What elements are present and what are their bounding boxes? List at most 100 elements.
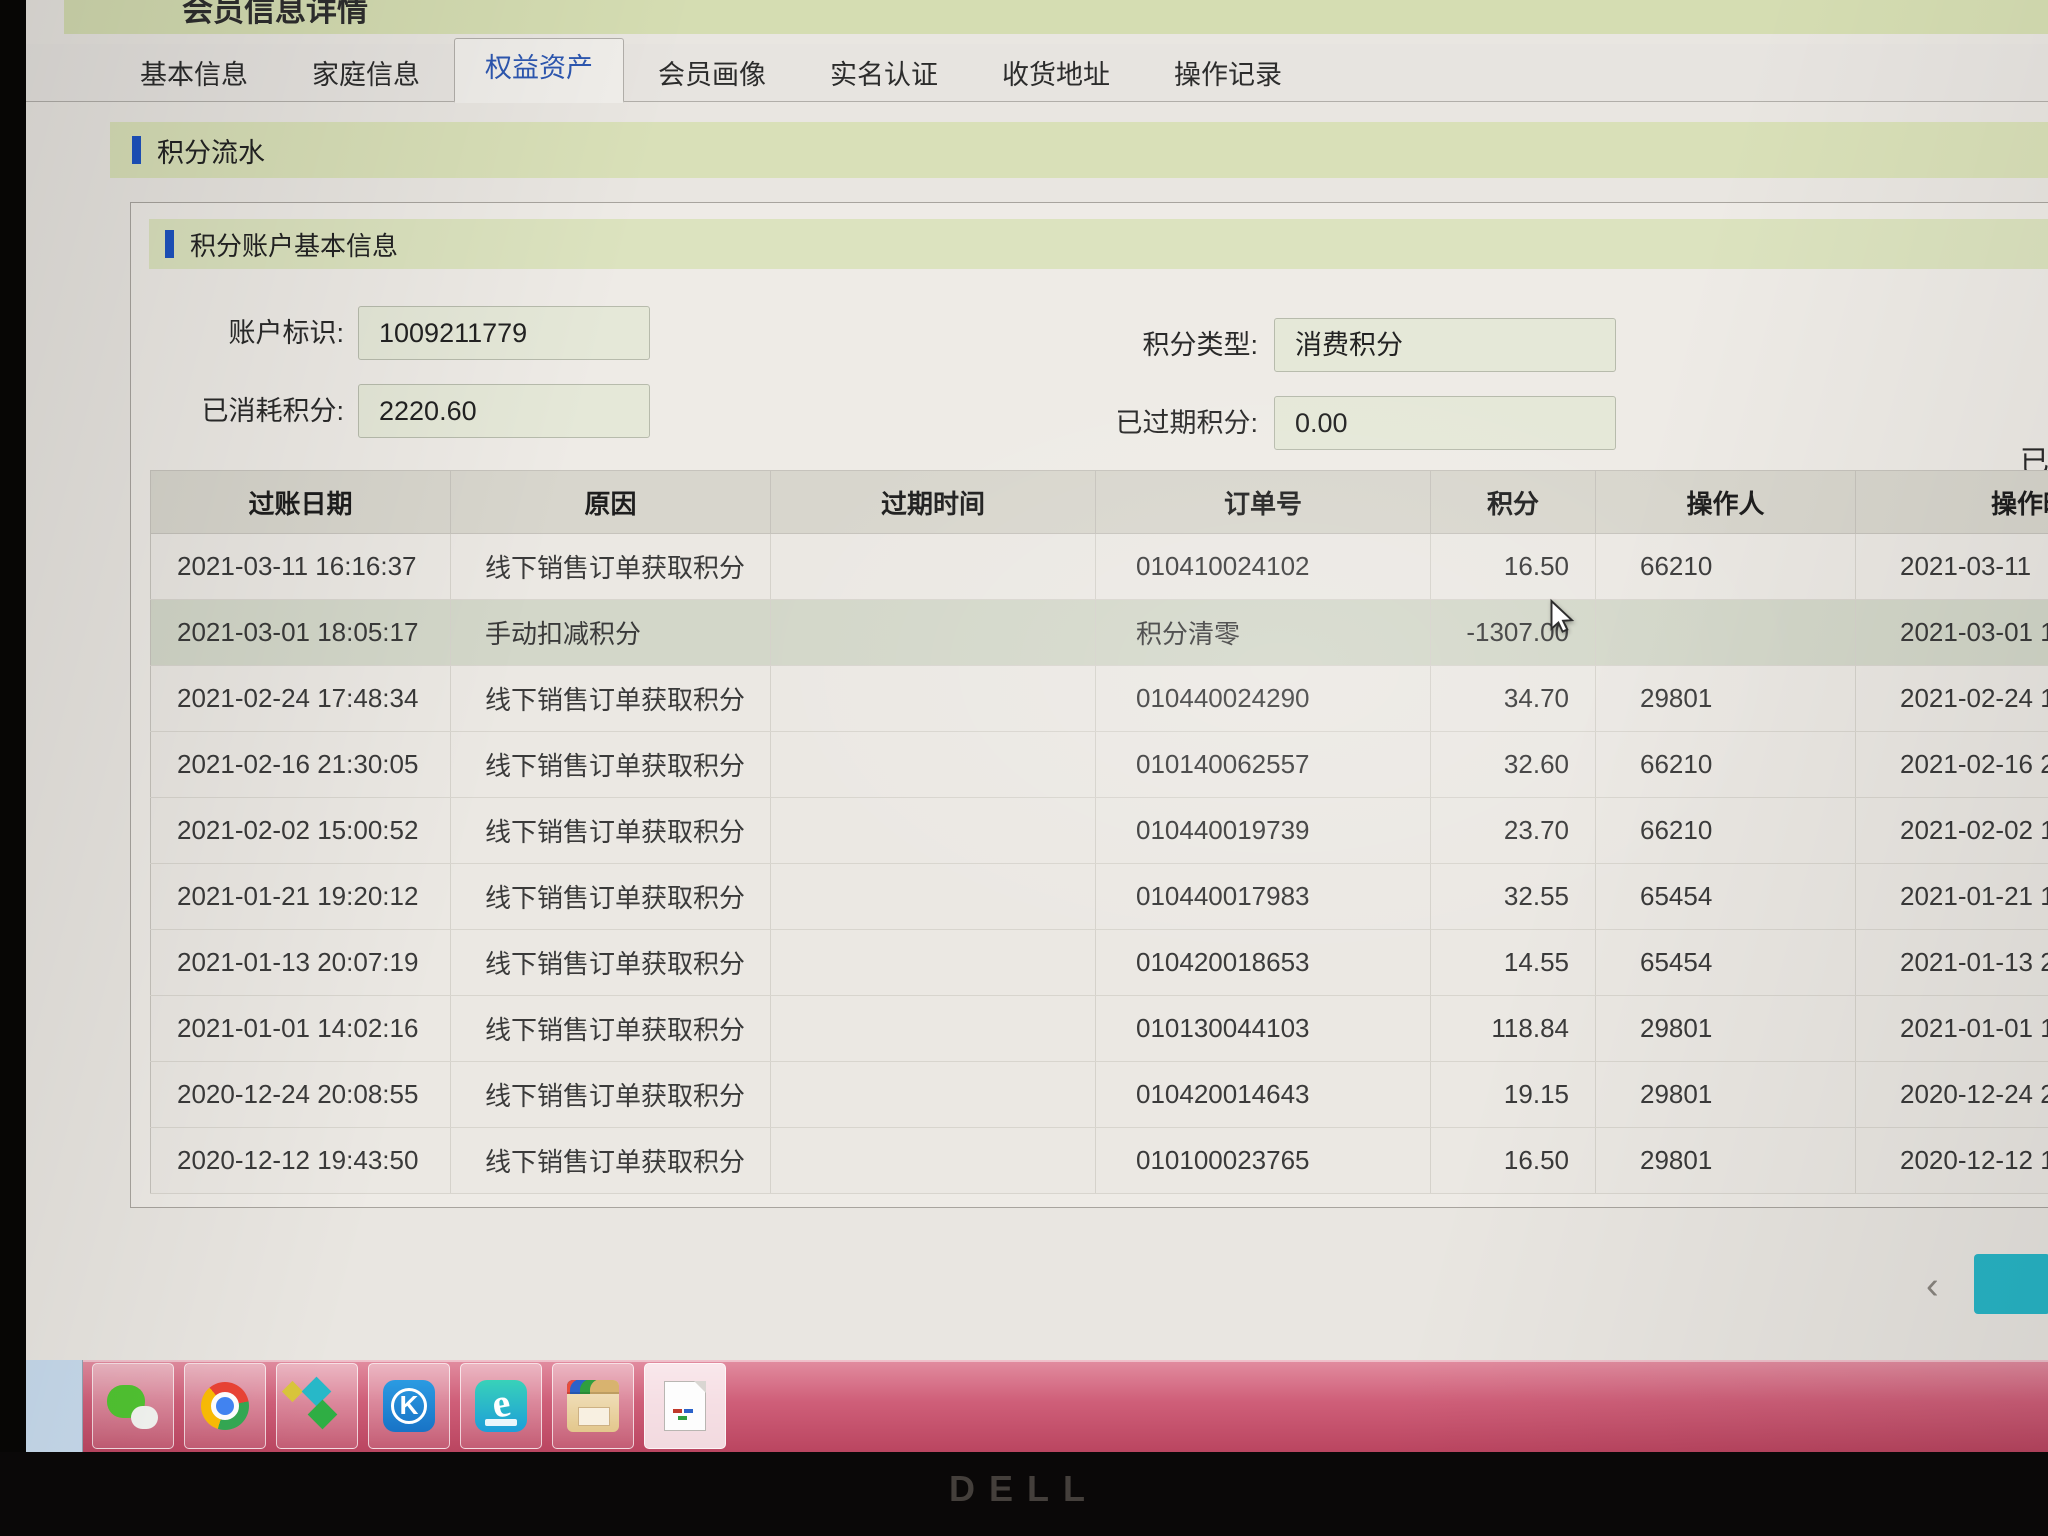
- pagination-prev-button[interactable]: ‹: [1926, 1256, 1939, 1316]
- background-window-edge: [26, 1360, 83, 1452]
- points-type-value: 消费积分: [1295, 330, 1403, 360]
- tab-5[interactable]: 收货地址: [972, 49, 1140, 101]
- cell-expire_time: [770, 599, 1096, 666]
- cell-op_time: 2021-02-24 1: [1855, 665, 2048, 732]
- cell-op_time: 2021-01-01 14: [1855, 995, 2048, 1062]
- cell-post_date: 2021-02-16 21:30:05: [150, 731, 451, 798]
- cell-operator: 65454: [1595, 863, 1856, 930]
- taskbar-item-wechat[interactable]: [92, 1363, 174, 1449]
- taskbar-item-document[interactable]: [644, 1363, 726, 1449]
- cell-op_time: 2021-01-21 19: [1855, 863, 2048, 930]
- consumed-points-value: 2220.60: [379, 396, 477, 426]
- column-header: 积分: [1430, 470, 1596, 534]
- cell-order_no: 010140062557: [1095, 731, 1431, 798]
- consumed-points-label: 已消耗积分:: [201, 396, 344, 426]
- cell-op_time: 2021-02-16 2: [1855, 731, 2048, 798]
- table-row[interactable]: 2020-12-24 20:08:55 线下销售订单获取积分 01042001464…: [150, 1061, 2048, 1128]
- cell-reason: 线下销售订单获取积分: [450, 1061, 771, 1128]
- cell-order_no: 010420014643: [1095, 1061, 1431, 1128]
- crm-page: 会员信息详情 基本信息 家庭信息 权益资产 会员画像 实名认证 收货地址 操作记录 积分流水…: [26, 0, 2048, 1360]
- cell-operator: 29801: [1595, 665, 1856, 732]
- table-row[interactable]: 2021-02-02 15:00:52 线下销售订单获取积分 01044001973…: [150, 797, 2048, 864]
- table-header-row: 过账日期原因过期时间订单号积分操作人操作时间: [150, 470, 2048, 534]
- blue-accent-bar: [132, 136, 141, 164]
- account-id-label: 账户标识:: [228, 318, 344, 348]
- cell-order_no: 010130044103: [1095, 995, 1431, 1062]
- panel-title: 积分账户基本信息: [190, 230, 399, 261]
- monitor-bezel-left: [0, 0, 26, 1536]
- tab-4[interactable]: 实名认证: [800, 49, 968, 101]
- table-row[interactable]: 2021-03-11 16:16:37 线下销售订单获取积分 01041002410…: [150, 533, 2048, 600]
- points-type-label: 积分类型:: [1142, 330, 1258, 360]
- cell-post_date: 2021-02-24 17:48:34: [150, 665, 451, 732]
- table-row[interactable]: 2020-12-12 19:43:50 线下销售订单获取积分 01010002376…: [150, 1127, 2048, 1194]
- cell-post_date: 2021-01-21 19:20:12: [150, 863, 451, 930]
- cell-points: 14.55: [1430, 929, 1596, 996]
- section-header-points-flow: 积分流水: [110, 122, 2048, 178]
- mouse-cursor-icon: [1550, 598, 1575, 633]
- cell-reason: 线下销售订单获取积分: [450, 731, 771, 798]
- account-id-value: 1009211779: [379, 318, 528, 348]
- cell-operator: 66210: [1595, 797, 1856, 864]
- expired-points-field[interactable]: 0.00: [1274, 396, 1616, 450]
- cell-operator: 66210: [1595, 731, 1856, 798]
- cell-reason: 线下销售订单获取积分: [450, 929, 771, 996]
- cell-operator: 66210: [1595, 533, 1856, 600]
- tab-0[interactable]: 基本信息: [110, 49, 278, 101]
- column-header: 原因: [450, 470, 771, 534]
- wechat-icon: [107, 1380, 159, 1432]
- tab-3[interactable]: 会员画像: [628, 49, 796, 101]
- taskbar-item-shapes[interactable]: [276, 1363, 358, 1449]
- tab-1[interactable]: 家庭信息: [282, 49, 450, 101]
- tab-2-active[interactable]: 权益资产: [454, 38, 624, 103]
- cell-points: 19.15: [1430, 1061, 1596, 1128]
- taskbar-item-k-app[interactable]: [368, 1363, 450, 1449]
- cell-operator: 29801: [1595, 995, 1856, 1062]
- table-row[interactable]: 2021-02-24 17:48:34 线下销售订单获取积分 01044002429…: [150, 665, 2048, 732]
- cell-expire_time: [770, 533, 1096, 600]
- page-title: 会员信息详情: [182, 0, 368, 28]
- cell-op_time: 2020-12-24 20:: [1855, 1061, 2048, 1128]
- cell-op_time: 2021-03-01 1: [1855, 599, 2048, 666]
- cell-reason: 线下销售订单获取积分: [450, 665, 771, 732]
- table-row[interactable]: 2021-02-16 21:30:05 线下销售订单获取积分 01014006255…: [150, 731, 2048, 798]
- table-row[interactable]: 2021-01-21 19:20:12 线下销售订单获取积分 01044001798…: [150, 863, 2048, 930]
- cell-points: 16.50: [1430, 533, 1596, 600]
- taskbar-item-folder[interactable]: [552, 1363, 634, 1449]
- cell-post_date: 2021-03-11 16:16:37: [150, 533, 451, 600]
- cell-post_date: 2021-01-01 14:02:16: [150, 995, 451, 1062]
- column-header: 过期时间: [770, 470, 1096, 534]
- pagination-current-page-button[interactable]: [1974, 1254, 2048, 1314]
- cell-order_no: 010100023765: [1095, 1127, 1431, 1194]
- cell-operator: 29801: [1595, 1061, 1856, 1128]
- table-row[interactable]: 2021-03-01 18:05:17 手动扣减积分 积分清零 -1307.00 202…: [150, 599, 2048, 666]
- cell-op_time: 2021-03-11: [1855, 533, 2048, 600]
- cell-expire_time: [770, 1127, 1096, 1194]
- table-row[interactable]: 2021-01-01 14:02:16 线下销售订单获取积分 01013004410…: [150, 995, 2048, 1062]
- cell-expire_time: [770, 665, 1096, 732]
- column-header: 操作时间: [1855, 470, 2048, 534]
- points-type-field[interactable]: 消费积分: [1274, 318, 1616, 372]
- taskbar-item-e-app[interactable]: [460, 1363, 542, 1449]
- cell-order_no: 010420018653: [1095, 929, 1431, 996]
- cell-reason: 线下销售订单获取积分: [450, 863, 771, 930]
- cell-post_date: 2021-01-13 20:07:19: [150, 929, 451, 996]
- expired-points-value: 0.00: [1295, 408, 1348, 438]
- taskbar-item-chrome[interactable]: [184, 1363, 266, 1449]
- cell-expire_time: [770, 1061, 1096, 1128]
- blue-accent-bar: [165, 230, 174, 258]
- e-app-icon: [475, 1380, 527, 1432]
- cell-operator: 65454: [1595, 929, 1856, 996]
- table-row[interactable]: 2021-01-13 20:07:19 线下销售订单获取积分 01042001865…: [150, 929, 2048, 996]
- tab-6[interactable]: 操作记录: [1144, 49, 1312, 101]
- k-app-icon: [383, 1380, 435, 1432]
- cell-reason: 线下销售订单获取积分: [450, 533, 771, 600]
- cell-post_date: 2021-03-01 18:05:17: [150, 599, 451, 666]
- cell-op_time: 2021-02-02 1: [1855, 797, 2048, 864]
- cell-points: 16.50: [1430, 1127, 1596, 1194]
- consumed-points-field[interactable]: 2220.60: [358, 384, 650, 438]
- cell-points: 23.70: [1430, 797, 1596, 864]
- taskbar-icons: [92, 1363, 726, 1449]
- account-id-field[interactable]: 1009211779: [358, 306, 650, 360]
- points-flow-table: 过账日期原因过期时间订单号积分操作人操作时间 2021-03-11 16:16:…: [150, 470, 2048, 1194]
